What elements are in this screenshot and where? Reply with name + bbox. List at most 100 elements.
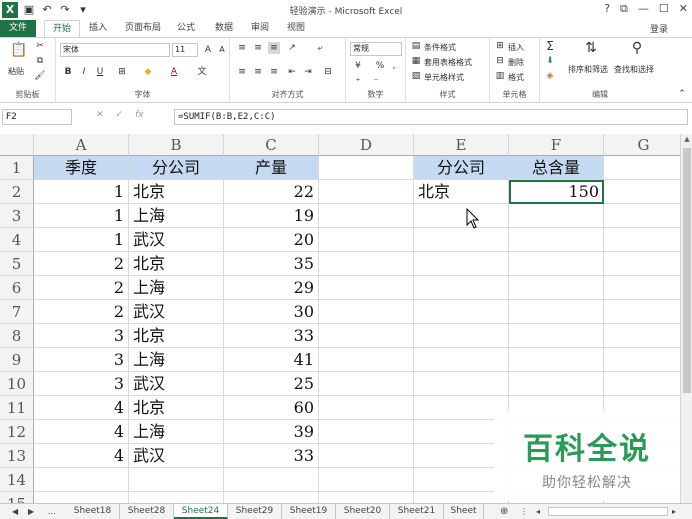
minimize-icon[interactable]: — [638, 2, 649, 16]
insert-cells-button[interactable]: 插入 [508, 42, 524, 53]
branch-cell[interactable]: 北京 [129, 180, 224, 204]
row-header-6[interactable]: 6 [0, 276, 34, 300]
wrap-text-icon[interactable]: ⤶ [314, 42, 326, 54]
orientation-icon[interactable]: ↗ [286, 42, 298, 54]
bold-button[interactable]: B [62, 66, 74, 78]
header-cell-c1[interactable]: 产量 [224, 156, 319, 180]
hscroll-right-icon[interactable]: ▸ [672, 504, 676, 519]
cell[interactable] [509, 228, 604, 252]
column-header-d[interactable]: D [319, 134, 414, 156]
header-cell-f1[interactable]: 总含量 [509, 156, 604, 180]
number-format-select[interactable]: 常规 [350, 42, 402, 56]
cell[interactable] [414, 228, 509, 252]
row-header-13[interactable]: 13 [0, 444, 34, 468]
output-cell[interactable]: 33 [224, 444, 319, 468]
merge-center-icon[interactable]: ⊟ [322, 66, 334, 78]
quarter-cell[interactable]: 3 [34, 372, 129, 396]
underline-button[interactable]: U [94, 66, 106, 78]
output-cell[interactable]: 33 [224, 324, 319, 348]
maximize-icon[interactable]: ☐ [659, 2, 669, 16]
quarter-cell[interactable]: 3 [34, 324, 129, 348]
cell[interactable] [509, 348, 604, 372]
vertical-scrollbar[interactable]: ▲ [680, 134, 692, 503]
align-right-icon[interactable]: ≡ [268, 66, 280, 78]
cell[interactable] [604, 276, 684, 300]
output-cell[interactable]: 20 [224, 228, 319, 252]
header-cell-b1[interactable]: 分公司 [129, 156, 224, 180]
name-box[interactable]: F2 [2, 109, 72, 125]
help-icon[interactable]: ? [604, 2, 610, 16]
column-header-e[interactable]: E [414, 134, 509, 156]
italic-button[interactable]: I [78, 66, 90, 78]
percent-button[interactable]: % [374, 60, 386, 72]
cell[interactable] [509, 276, 604, 300]
sheet-tab-sheet20[interactable]: Sheet20 [336, 504, 390, 519]
column-header-g[interactable]: G [604, 134, 684, 156]
row-header-1[interactable]: 1 [0, 156, 34, 180]
header-cell-e1[interactable]: 分公司 [414, 156, 509, 180]
format-as-table-button[interactable]: 套用表格格式 [424, 57, 472, 68]
border-icon[interactable]: ⊞ [116, 66, 128, 78]
cut-icon[interactable]: ✂ [34, 40, 46, 52]
quarter-cell[interactable]: 1 [34, 204, 129, 228]
tab-home[interactable]: 开始 [44, 20, 80, 37]
cell[interactable] [319, 324, 414, 348]
cell[interactable] [319, 180, 414, 204]
conditional-format-button[interactable]: 条件格式 [424, 42, 456, 53]
branch-cell[interactable]: 武汉 [129, 228, 224, 252]
cell[interactable] [414, 276, 509, 300]
align-bottom-icon[interactable]: ≡ [268, 42, 280, 54]
scroll-up-icon[interactable]: ▲ [681, 135, 692, 143]
insert-function-button[interactable]: fx [135, 110, 144, 120]
quarter-cell[interactable]: 3 [34, 348, 129, 372]
tab-formulas[interactable]: 公式 [172, 20, 200, 37]
sheet-scroll-menu-icon[interactable]: ⋮ [520, 504, 528, 519]
quarter-cell[interactable]: 4 [34, 444, 129, 468]
branch-cell[interactable]: 上海 [129, 204, 224, 228]
cell[interactable] [224, 468, 319, 492]
decrease-indent-icon[interactable]: ⇤ [286, 66, 298, 78]
sheet-ellipsis[interactable]: ... [48, 504, 56, 519]
lookup-branch-cell-e2[interactable]: 北京 [414, 180, 509, 204]
hscroll-left-icon[interactable]: ◂ [536, 504, 540, 519]
paste-button[interactable]: 粘贴 [8, 66, 24, 77]
cell[interactable] [414, 372, 509, 396]
quarter-cell[interactable]: 2 [34, 300, 129, 324]
output-cell[interactable]: 60 [224, 396, 319, 420]
font-size-select[interactable]: 11 [172, 43, 198, 57]
branch-cell[interactable]: 武汉 [129, 444, 224, 468]
cell[interactable] [319, 396, 414, 420]
quarter-cell[interactable]: 2 [34, 276, 129, 300]
increase-indent-icon[interactable]: ⇥ [302, 66, 314, 78]
cell[interactable] [319, 252, 414, 276]
cell[interactable] [604, 228, 684, 252]
row-header-11[interactable]: 11 [0, 396, 34, 420]
output-cell[interactable]: 35 [224, 252, 319, 276]
fill-color-icon[interactable]: ◆ [142, 66, 154, 78]
fill-icon[interactable]: ⬇ [544, 55, 556, 67]
align-middle-icon[interactable]: ≡ [252, 42, 264, 54]
cell[interactable] [509, 300, 604, 324]
sort-filter-icon[interactable]: ⇅ [582, 41, 600, 60]
row-header-7[interactable]: 7 [0, 300, 34, 324]
align-left-icon[interactable]: ≡ [236, 66, 248, 78]
sheet-tab-sheet19[interactable]: Sheet19 [282, 504, 336, 519]
sheet-tab-sheet28[interactable]: Sheet28 [120, 504, 174, 519]
ribbon-display-icon[interactable]: ⧉ [620, 2, 628, 16]
cell[interactable] [509, 372, 604, 396]
cell[interactable] [319, 348, 414, 372]
column-header-b[interactable]: B [129, 134, 224, 156]
tab-file[interactable]: 文件 [0, 20, 36, 37]
cell[interactable] [319, 204, 414, 228]
cell[interactable] [604, 372, 684, 396]
sheet-tab-sheet18[interactable]: Sheet18 [66, 504, 120, 519]
cell[interactable] [604, 180, 684, 204]
sumif-result-cell-f2[interactable]: 150 [509, 180, 604, 204]
select-all-corner[interactable] [0, 134, 34, 156]
cell[interactable] [604, 156, 684, 180]
next-sheet-icon[interactable]: ▶ [28, 504, 34, 519]
sheet-tab-sheet21[interactable]: Sheet21 [390, 504, 444, 519]
branch-cell[interactable]: 北京 [129, 252, 224, 276]
quarter-cell[interactable]: 1 [34, 228, 129, 252]
row-header-14[interactable]: 14 [0, 468, 34, 492]
